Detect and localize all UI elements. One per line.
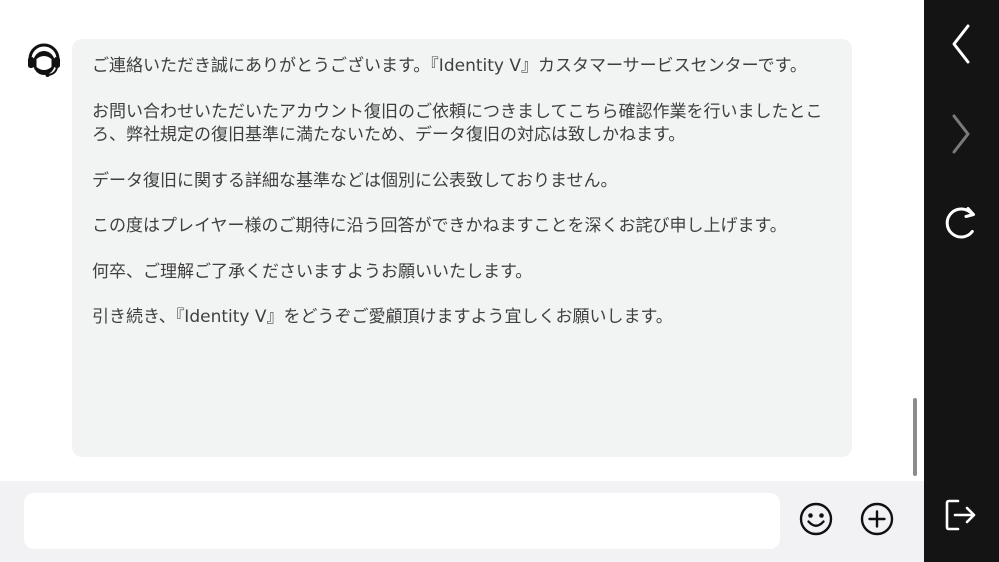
forward-button[interactable] [938,113,984,159]
message-paragraph: お問い合わせいただいたアカウント復旧のご依頼につきましてこちら確認作業を行いまし… [92,101,823,146]
chevron-left-icon [946,22,976,70]
emoji-button[interactable] [796,501,836,541]
exit-button[interactable] [938,494,984,540]
smiley-face-icon [798,501,834,541]
browser-nav-sidebar [924,0,999,562]
message-input[interactable] [24,493,780,549]
message-paragraph: 何卒、ご理解ご了承くださいますようお願いいたします。 [92,261,533,282]
headset-agent-icon [24,40,64,80]
chevron-right-icon [946,112,976,160]
attach-button[interactable] [857,501,897,541]
scrollbar-thumb[interactable] [913,398,917,476]
chat-area[interactable]: ご連絡いただき誠にありがとうございます。『Identity V』カスタマーサービ… [0,0,924,562]
back-button[interactable] [938,23,984,69]
message-paragraph: ご連絡いただき誠にありがとうございます。『Identity V』カスタマーサービ… [92,56,807,76]
message-paragraph: この度はプレイヤー様のご期待に沿う回答ができかねますことを深くお詫び申し上げます… [92,216,787,236]
exit-icon [943,497,979,537]
circle-plus-icon [859,501,895,541]
reload-button[interactable] [938,202,984,248]
app-window: ご連絡いただき誠にありがとうございます。『Identity V』カスタマーサービ… [0,0,999,562]
agent-message-bubble: ご連絡いただき誠にありがとうございます。『Identity V』カスタマーサービ… [72,39,852,457]
reload-icon [941,203,981,247]
composer-bar [0,481,924,562]
message-paragraph: 引き続き、『Identity V』をどうぞご愛顧頂けますよう宜しくお願いします。 [92,307,673,327]
message-paragraph: データ復旧に関する詳細な基準などは個別に公表致しておりません。 [92,170,618,191]
